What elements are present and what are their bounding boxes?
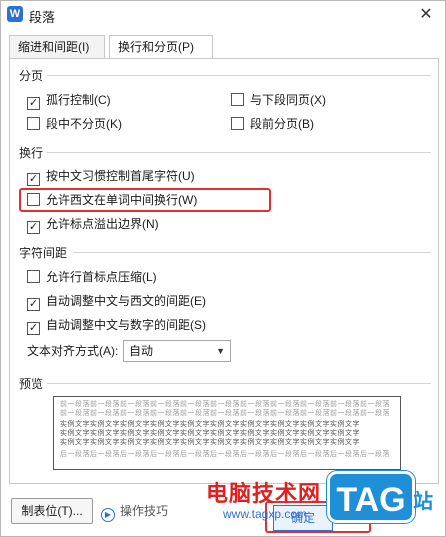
checkbox-checked-icon: ✓: [27, 221, 40, 234]
tab-line-page-break[interactable]: 换行和分页(P): [109, 35, 213, 60]
preview-line: 实例文字实例文字实例文字实例文字实例文字实例文字实例文字实例文字实例文字实例文字: [60, 439, 360, 446]
checkbox-compress-leading-punct[interactable]: 允许行首标点压缩(L): [27, 268, 157, 286]
checkbox-allow-word-break[interactable]: 允许西文在单词中间换行(W): [27, 191, 197, 209]
title-bar: W 段落 ✕: [1, 1, 445, 29]
tab-stops-button[interactable]: 制表位(T)...: [11, 498, 93, 524]
checkbox-chinese-first-last-char[interactable]: ✓ 按中文习惯控制首尾字符(U): [27, 167, 195, 186]
text-align-value: 自动: [129, 344, 154, 358]
checkbox-punctuation-overflow[interactable]: ✓ 允许标点溢出边界(N): [27, 215, 159, 234]
checkbox-label: 允许行首标点压缩(L): [46, 270, 157, 284]
watermark-text: 电脑技术网: [206, 481, 322, 506]
checkbox-label: 与下段同页(X): [250, 93, 326, 107]
checkbox-keep-with-next[interactable]: 与下段同页(X): [231, 91, 326, 109]
checkbox-unchecked-icon: [27, 270, 40, 283]
play-icon: ▶: [101, 508, 115, 522]
checkbox-label: 允许标点溢出边界(N): [46, 217, 159, 231]
checkbox-unchecked-icon: [27, 193, 40, 206]
checkbox-checked-icon: ✓: [27, 97, 40, 110]
checkbox-auto-space-cn-num[interactable]: ✓ 自动调整中文与数字的间距(S): [27, 316, 206, 335]
section-pagination-label: 分页: [19, 69, 44, 83]
checkbox-label: 段前分页(B): [250, 117, 314, 131]
wps-writer-icon: W: [7, 6, 23, 22]
preview-line: 后一段落后一段落后一段落后一段落后一段落后一段落后一段落后一段落后一段落后一段落…: [60, 451, 390, 458]
tips-link[interactable]: ▶ 操作技巧: [101, 501, 169, 522]
checkbox-page-break-before[interactable]: 段前分页(B): [231, 115, 314, 133]
section-divider: [47, 152, 431, 153]
checkbox-unchecked-icon: [231, 117, 244, 130]
checkbox-label: 孤行控制(C): [46, 93, 111, 107]
tips-label: 操作技巧: [120, 504, 169, 518]
checkbox-label: 按中文习惯控制首尾字符(U): [46, 169, 195, 183]
preview-line: 前一段落前一段落前一段落前一段落前一段落前一段落前一段落前一段落前一段落前一段落…: [60, 401, 390, 408]
checkbox-keep-lines-together[interactable]: 段中不分页(K): [27, 115, 122, 133]
dropdown-arrow-icon: ▼: [216, 346, 225, 356]
preview-line: 实例文字实例文字实例文字实例文字实例文字实例文字实例文字实例文字实例文字实例文字: [60, 421, 360, 428]
text-align-select[interactable]: 自动 ▼: [123, 340, 231, 362]
checkbox-unchecked-icon: [27, 117, 40, 130]
tag-logo-suffix: 站: [413, 491, 433, 513]
tag-logo: TAG: [327, 471, 415, 523]
section-char-spacing-label: 字符间距: [19, 246, 68, 260]
checkbox-label: 自动调整中文与数字的间距(S): [46, 318, 206, 332]
checkbox-checked-icon: ✓: [27, 322, 40, 335]
preview-box: 前一段落前一段落前一段落前一段落前一段落前一段落前一段落前一段落前一段落前一段落…: [53, 396, 401, 470]
section-line-break-label: 换行: [19, 146, 44, 160]
text-align-label: 文本对齐方式(A):: [27, 344, 119, 358]
close-button[interactable]: ✕: [413, 3, 439, 27]
paragraph-dialog: W 段落 ✕ 缩进和间距(I) 换行和分页(P) 分页 ✓ 孤行控制(C) 与下段…: [0, 0, 446, 537]
section-preview-label: 预览: [19, 377, 44, 391]
checkbox-label: 段中不分页(K): [46, 117, 122, 131]
section-divider: [47, 75, 431, 76]
section-divider: [73, 252, 431, 253]
checkbox-label: 允许西文在单词中间换行(W): [46, 193, 198, 207]
checkbox-unchecked-icon: [231, 93, 244, 106]
checkbox-label: 自动调整中文与西文的间距(E): [46, 294, 206, 308]
watermark-url: www.tagxp.com: [223, 507, 308, 521]
tab-indent-spacing[interactable]: 缩进和间距(I): [9, 35, 105, 59]
checkbox-auto-space-cn-en[interactable]: ✓ 自动调整中文与西文的间距(E): [27, 292, 206, 311]
checkbox-widow-control[interactable]: ✓ 孤行控制(C): [27, 91, 111, 110]
checkbox-checked-icon: ✓: [27, 173, 40, 186]
preview-line: 前一段落前一段落前一段落前一段落前一段落前一段落前一段落前一段落前一段落前一段落…: [60, 410, 390, 417]
preview-line: 实例文字实例文字实例文字实例文字实例文字实例文字实例文字实例文字实例文字实例文字: [60, 430, 360, 437]
dialog-title: 段落: [29, 10, 56, 25]
checkbox-checked-icon: ✓: [27, 298, 40, 311]
section-divider: [47, 383, 431, 384]
close-icon: ✕: [419, 6, 433, 23]
